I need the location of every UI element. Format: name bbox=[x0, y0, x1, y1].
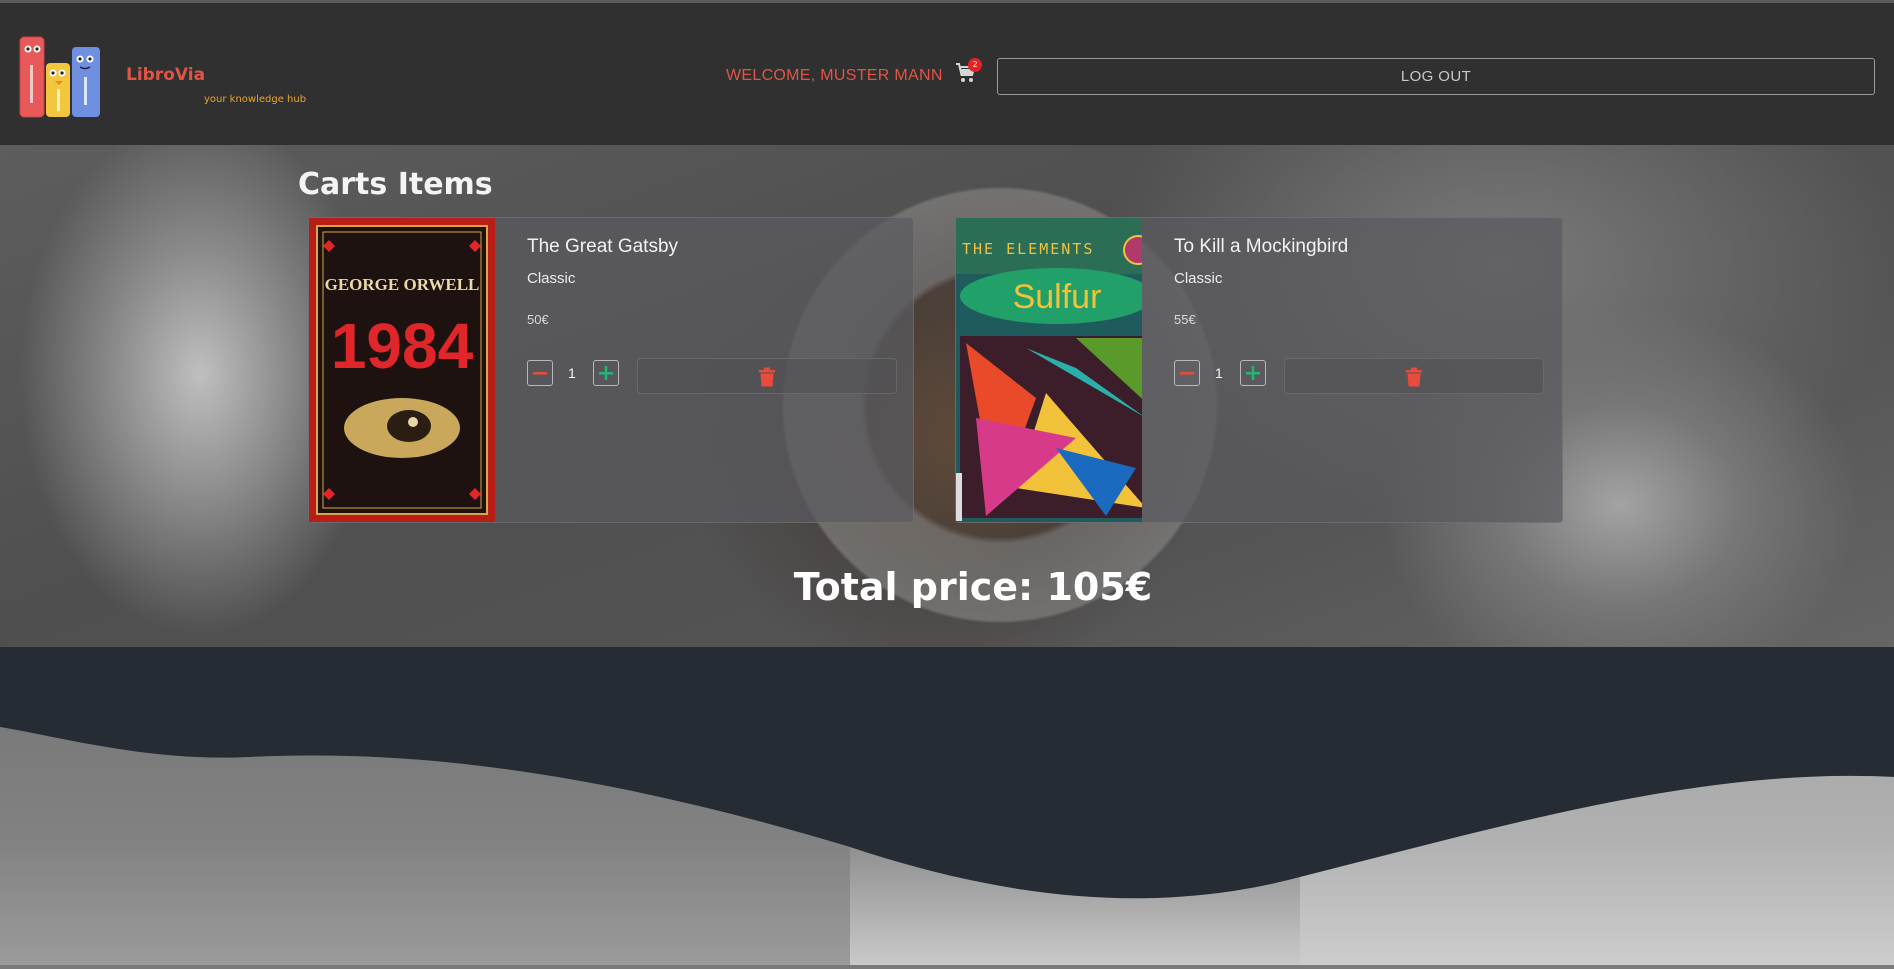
cart-item-card: GEORGE ORWELL 1984 The Great Gatsby Clas… bbox=[308, 217, 914, 523]
brand-name[interactable]: LibroVia bbox=[126, 65, 205, 85]
quantity-value: 1 bbox=[1215, 365, 1223, 381]
book-title: The Great Gatsby bbox=[527, 236, 679, 257]
cart-item-card: THE ELEMENTS Sulfur To Kill a Mockingbir… bbox=[955, 217, 1563, 523]
remove-item-button[interactable] bbox=[637, 358, 897, 394]
brand-tagline: your knowledge hub bbox=[204, 94, 307, 105]
decrease-quantity-button[interactable] bbox=[527, 360, 553, 386]
book-title: To Kill a Mockingbird bbox=[1174, 236, 1349, 257]
quantity-stepper: 1 bbox=[527, 358, 903, 394]
minus-icon bbox=[1180, 372, 1194, 375]
bottom-border bbox=[0, 965, 1894, 969]
total-price: Total price: 105€ bbox=[793, 565, 1153, 609]
remove-item-button[interactable] bbox=[1284, 358, 1544, 394]
book-price: 50€ bbox=[527, 312, 549, 327]
page-title: Carts Items bbox=[298, 167, 493, 202]
logout-button[interactable]: LOG OUT bbox=[997, 58, 1875, 95]
top-header: LibroVia your knowledge hub WELCOME, MUS… bbox=[0, 0, 1894, 145]
trash-icon bbox=[759, 367, 775, 387]
book-cover-image[interactable]: GEORGE ORWELL 1984 bbox=[309, 218, 495, 522]
increase-quantity-button[interactable] bbox=[1240, 360, 1266, 386]
book-genre: Classic bbox=[1174, 270, 1223, 287]
footer-wave-shape bbox=[0, 647, 1894, 965]
plus-icon bbox=[599, 366, 613, 380]
book-cover-image[interactable]: THE ELEMENTS Sulfur bbox=[956, 218, 1142, 522]
book-price: 55€ bbox=[1174, 312, 1196, 327]
cart-button[interactable]: 2 bbox=[954, 58, 982, 89]
decrease-quantity-button[interactable] bbox=[1174, 360, 1200, 386]
cover-series-text: THE ELEMENTS bbox=[962, 240, 1094, 258]
minus-icon bbox=[533, 372, 547, 375]
quantity-stepper: 1 bbox=[1174, 358, 1550, 394]
book-genre: Classic bbox=[527, 270, 576, 287]
footer-section bbox=[0, 647, 1894, 965]
cover-title-text: 1984 bbox=[331, 310, 474, 382]
cart-count-badge: 2 bbox=[968, 58, 982, 72]
quantity-value: 1 bbox=[568, 365, 576, 381]
plus-icon bbox=[1246, 366, 1260, 380]
welcome-text: WELCOME, MUSTER MANN bbox=[726, 67, 943, 84]
cover-author-text: GEORGE ORWELL bbox=[325, 275, 480, 294]
cover-title-text: Sulfur bbox=[1013, 278, 1102, 316]
increase-quantity-button[interactable] bbox=[593, 360, 619, 386]
cart-section: Carts Items GEORGE ORWELL 1984 The Great… bbox=[0, 145, 1894, 647]
trash-icon bbox=[1406, 367, 1422, 387]
logo-books-icon[interactable] bbox=[18, 33, 108, 121]
